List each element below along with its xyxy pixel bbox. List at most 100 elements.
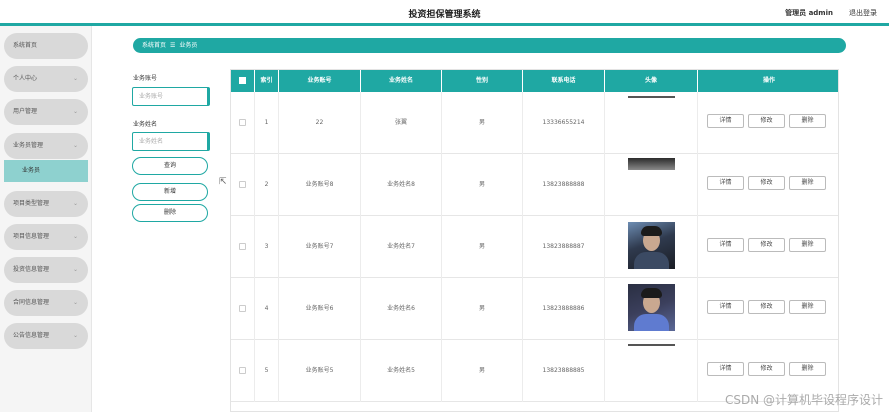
cell-gender: 男 [442,92,523,154]
cell-phone: 13823888885 [523,340,605,402]
cell-gender: 男 [442,340,523,402]
edit-button[interactable]: 修改 [748,176,785,190]
chevron-down-icon: ⌄ [72,200,78,207]
column-header: 性别 [442,70,523,92]
sidebar-item-home[interactable]: 系统首页 [4,33,88,59]
table-row: 4 业务账号6 业务姓名6 男 13823888886 详情 修改 删除 [231,278,838,340]
cell-account: 业务账号8 [279,154,361,216]
sidebar-item-contract[interactable]: 合同信息管理 ⌄ [4,290,88,316]
batch-delete-button[interactable]: 删除 [132,204,208,222]
sidebar-item-project-type[interactable]: 项目类型管理 ⌄ [4,191,88,217]
delete-button[interactable]: 删除 [789,114,826,128]
sidebar-subitem-salesman[interactable]: 业务员 [4,160,88,182]
cell-index: 3 [255,216,279,278]
cell-account: 22 [279,92,361,154]
delete-button[interactable]: 删除 [789,362,826,376]
sidebar-item-users[interactable]: 用户管理 ⌄ [4,99,88,125]
breadcrumb: 系统首页 ☰ 业务员 [133,38,846,53]
sidebar-item-project-info[interactable]: 项目信息管理 ⌄ [4,224,88,250]
cell-avatar [605,154,698,216]
sidebar: 系统首页 个人中心 ⌄ 用户管理 ⌄ 业务员管理 ⌄ 业务员 项目类型管理 ⌄ 项目信息… [0,26,92,412]
column-header: 索引 [255,70,279,92]
cell-name: 业务姓名6 [361,278,442,340]
checkbox-icon [239,119,246,126]
name-search-input[interactable]: 业务姓名 [132,132,210,151]
sidebar-item-label: 投资信息管理 [13,266,50,273]
cell-avatar [605,340,698,402]
cell-actions: 详情 修改 删除 [698,278,838,340]
cell-avatar [605,278,698,340]
sidebar-item-notice[interactable]: 公告信息管理 ⌄ [4,323,88,349]
cell-avatar [605,92,698,154]
detail-button[interactable]: 详情 [707,238,744,252]
cell-index: 4 [255,278,279,340]
cell-actions: 详情 修改 删除 [698,92,838,154]
edit-button[interactable]: 修改 [748,300,785,314]
avatar [628,158,675,170]
table-row: 1 22 张翼 男 13336655214 详情 修改 删除 [231,92,838,154]
cell-account: 业务账号5 [279,340,361,402]
checkbox-icon [239,305,246,312]
query-button[interactable]: 查询 [132,157,208,175]
edit-button[interactable]: 修改 [748,362,785,376]
account-search-input[interactable]: 业务账号 [132,87,210,106]
row-checkbox[interactable] [231,278,255,340]
checkbox-icon [239,367,246,374]
chevron-down-icon: ⌄ [72,332,78,339]
row-checkbox[interactable] [231,154,255,216]
select-all-checkbox[interactable] [231,70,255,92]
cell-name: 业务姓名8 [361,154,442,216]
cell-phone: 13823888888 [523,154,605,216]
top-bar: 投资担保管理系统 管理员 admin 退出登录 [0,0,889,24]
breadcrumb-current: 业务员 [179,42,198,49]
avatar [628,284,675,331]
edit-button[interactable]: 修改 [748,114,785,128]
cell-avatar [605,216,698,278]
cell-phone: 13823888887 [523,216,605,278]
account-filter-label: 业务账号 [133,75,158,82]
row-checkbox[interactable] [231,216,255,278]
sidebar-item-personal[interactable]: 个人中心 ⌄ [4,66,88,92]
checkbox-icon [239,181,246,188]
sidebar-item-label: 公告信息管理 [13,332,50,339]
sidebar-item-label: 项目类型管理 [13,200,50,207]
detail-button[interactable]: 详情 [707,362,744,376]
cell-name: 业务姓名7 [361,216,442,278]
salesman-table: 索引 业务账号 业务姓名 性别 联系电话 头像 操作 1 22 张翼 男 133… [230,69,839,412]
table-row: 3 业务账号7 业务姓名7 男 13823888887 详情 修改 删除 [231,216,838,278]
detail-button[interactable]: 详情 [707,114,744,128]
edit-button[interactable]: 修改 [748,238,785,252]
cell-account: 业务账号7 [279,216,361,278]
cell-gender: 男 [442,154,523,216]
logout-link[interactable]: 退出登录 [849,8,877,18]
detail-button[interactable]: 详情 [707,176,744,190]
cell-index: 1 [255,92,279,154]
cell-account: 业务账号6 [279,278,361,340]
cell-phone: 13823888886 [523,278,605,340]
sidebar-item-investment[interactable]: 投资信息管理 ⌄ [4,257,88,283]
row-checkbox[interactable] [231,340,255,402]
sidebar-item-label: 合同信息管理 [13,299,50,306]
add-button[interactable]: 新增 [132,183,208,201]
sidebar-item-salesman[interactable]: 业务员管理 ⌄ [4,133,88,159]
cell-phone: 13336655214 [523,92,605,154]
delete-button[interactable]: 删除 [789,300,826,314]
sidebar-item-label: 用户管理 [13,108,38,115]
cell-actions: 详情 修改 删除 [698,154,838,216]
cell-index: 2 [255,154,279,216]
delete-button[interactable]: 删除 [789,238,826,252]
breadcrumb-home[interactable]: 系统首页 [142,42,166,49]
column-header: 头像 [605,70,698,92]
chevron-down-icon: ⌄ [72,108,78,115]
table-header: 索引 业务账号 业务姓名 性别 联系电话 头像 操作 [231,70,838,92]
cell-gender: 男 [442,216,523,278]
delete-button[interactable]: 删除 [789,176,826,190]
header-divider [0,23,889,26]
page-title: 投资担保管理系统 [408,10,481,20]
cell-name: 张翼 [361,92,442,154]
detail-button[interactable]: 详情 [707,300,744,314]
avatar [628,344,675,346]
chevron-down-icon: ⌄ [72,233,78,240]
checkbox-icon [239,243,246,250]
row-checkbox[interactable] [231,92,255,154]
